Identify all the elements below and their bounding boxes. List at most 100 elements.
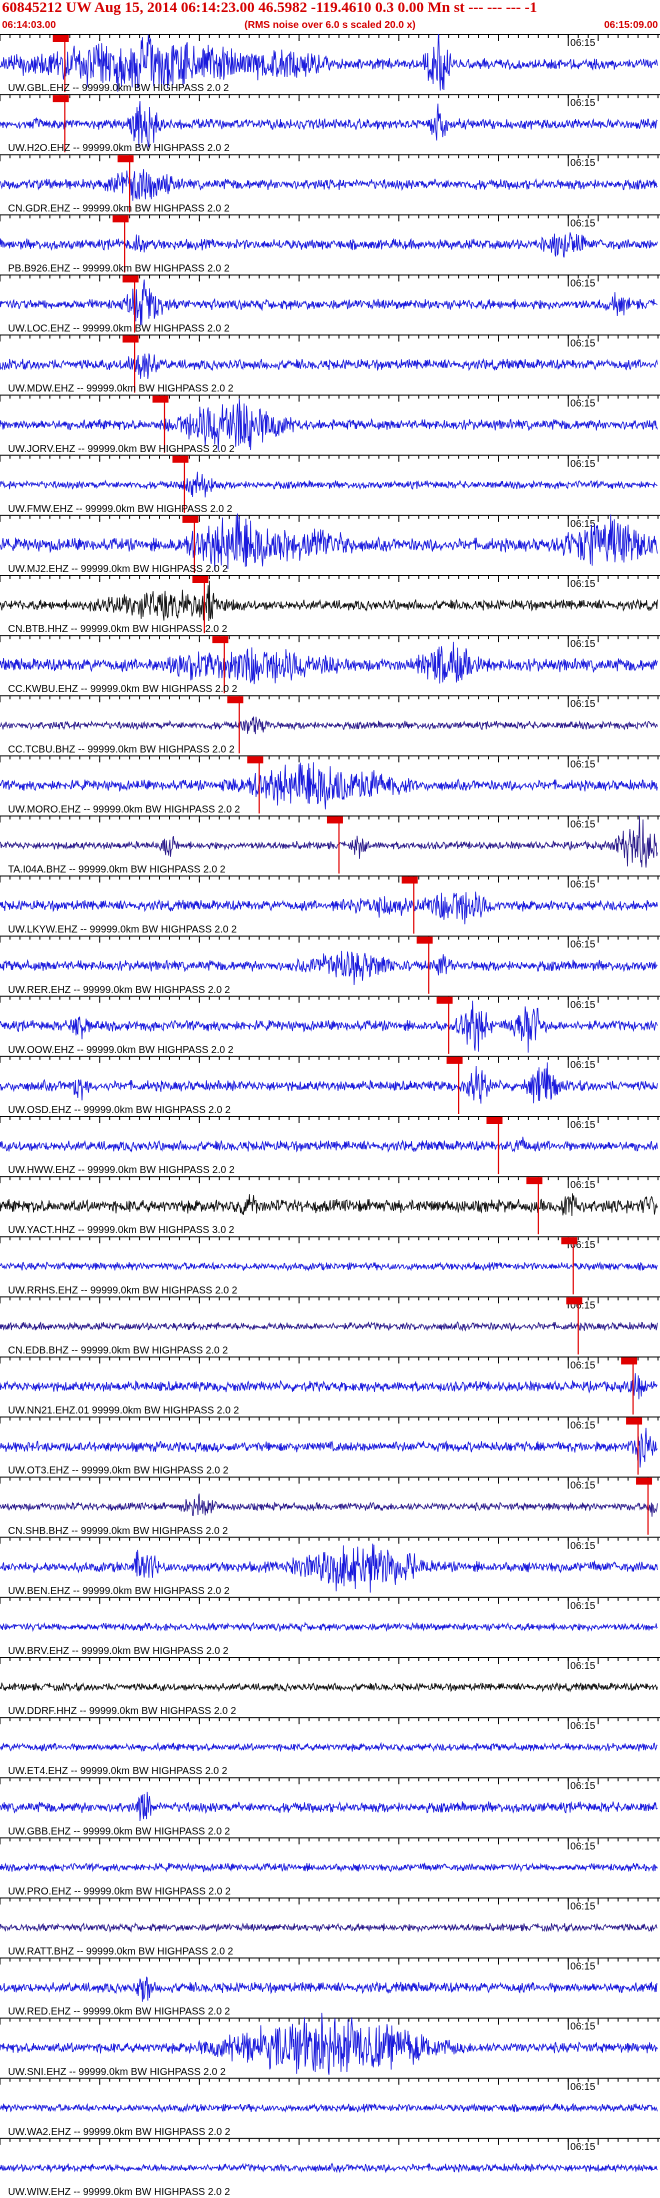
station-label: UW.PRO.EHZ -- 99999.0km BW HIGHPASS 2.0 … — [8, 1886, 231, 1897]
station-label: UW.RATT.BHZ -- 99999.0km BW HIGHPASS 2.0… — [8, 1947, 234, 1958]
minute-mark-label: 06:15 — [570, 1180, 595, 1191]
waveform — [0, 1621, 658, 1633]
waveform — [0, 950, 658, 986]
minute-mark-label: 06:15 — [570, 38, 595, 49]
trace-row: 06:15 CN.SHB.BHZ -- 99999.0km BW HIGHPASS… — [0, 1476, 660, 1537]
minute-mark-label: 06:15 — [570, 759, 595, 770]
waveform — [0, 1062, 658, 1104]
station-label: CN.BTB.HHZ -- 99999.0km BW HIGHPASS 2.0 … — [8, 624, 228, 635]
rms-note: (RMS noise over 6.0 s scaled 20.0 x) — [244, 20, 416, 31]
waveform — [0, 1741, 658, 1753]
minute-mark-label: 06:15 — [570, 1120, 595, 1131]
waveform — [0, 353, 658, 379]
waveform — [0, 1193, 658, 1217]
trace-row: 06:15 UW.GBL.EHZ -- 99999.0km BW HIGHPASS… — [0, 34, 660, 94]
trace-row: 06:15UW.MJ2.EHZ -- 99999.0km BW HIGHPASS… — [0, 513, 660, 575]
minute-mark-label: 06:15 — [570, 1060, 595, 1071]
station-label: UW.LOC.EHZ -- 99999.0km BW HIGHPASS 2.0 … — [8, 324, 230, 335]
pick-marker — [436, 996, 453, 1004]
station-label: UW.LKYW.EHZ -- 99999.0km BW HIGHPASS 2.0… — [8, 925, 237, 936]
station-label: UW.OOW.EHZ -- 99999.0km BW HIGHPASS 2.0 … — [8, 1045, 234, 1056]
pick-marker — [152, 395, 169, 403]
trace-row: 06:15 UW.RED.EHZ -- 99999.0km BW HIGHPASS… — [0, 1957, 660, 2018]
waveform — [0, 1682, 658, 1693]
minute-mark-label: 06:15 — [570, 339, 595, 350]
trace-row: 06:15 UW.WIW.EHZ -- 99999.0km BW HIGHPASS… — [0, 2137, 660, 2198]
pick-marker — [526, 1177, 543, 1185]
pick-marker — [636, 1477, 653, 1485]
pick-marker — [446, 1056, 463, 1064]
station-label: UW.ET4.EHZ -- 99999.0km BW HIGHPASS 2.0 … — [8, 1766, 228, 1777]
plot-header: 60845212 UW Aug 15, 2014 06:14:23.00 46.… — [0, 0, 660, 34]
trace-row: 06:15 UW.GBB.EHZ -- 99999.0km BW HIGHPASS… — [0, 1777, 660, 1837]
pick-marker — [182, 515, 199, 523]
station-label: UW.OSD.EHZ -- 99999.0km BW HIGHPASS 2.0 … — [8, 1105, 231, 1116]
trace-row: 06:15 UW.BEN.EHZ -- 99999.0km BW HIGHPASS… — [0, 1536, 660, 1597]
station-label: UW.WA2.EHZ -- 99999.0km BW HIGHPASS 2.0 … — [8, 2127, 231, 2138]
pick-marker — [626, 1417, 643, 1425]
trace-row: 06:15 UW.DDRF.HHZ -- 99999.0km BW HIGHPAS… — [0, 1657, 660, 1717]
pick-marker — [122, 275, 139, 283]
trace-row: 06:15 UW.JORV.EHZ -- 99999.0km BW HIGHPAS… — [0, 394, 660, 455]
station-label: UW.NN21.EHZ.01 99999.0km BW HIGHPASS 2.0… — [8, 1406, 239, 1417]
waveform — [0, 279, 658, 326]
trace-row: 06:15 UW.SNI.EHZ -- 99999.0km BW HIGHPASS… — [0, 2012, 660, 2078]
trace-row: 06:15 UW.FMW.EHZ -- 99999.0km BW HIGHPASS… — [0, 454, 660, 515]
waveform — [0, 2162, 658, 2174]
minute-mark-label: 06:15 — [570, 98, 595, 109]
minute-mark-label: 06:15 — [570, 1481, 595, 1492]
minute-mark-label: 06:15 — [570, 1421, 595, 1432]
waveform — [0, 1261, 658, 1272]
pick-marker — [122, 335, 139, 343]
station-label: CC.TCBU.BHZ -- 99999.0km BW HIGHPASS 2.0… — [8, 744, 235, 755]
trace-row: 06:15 UW.MDW.EHZ -- 99999.0km BW HIGHPASS… — [0, 334, 660, 395]
pick-marker — [416, 936, 433, 944]
station-label: UW.GBL.EHZ -- 99999.0km BW HIGHPASS 2.0 … — [8, 83, 229, 94]
pick-marker — [401, 876, 418, 884]
waveform — [0, 762, 658, 810]
station-label: UW.MJ2.EHZ -- 99999.0km BW HIGHPASS 2.0 … — [8, 564, 228, 575]
waveform — [0, 101, 658, 148]
end-time-label: 06:15:09.00 — [604, 20, 658, 31]
pick-marker — [117, 155, 134, 163]
minute-mark-label: 06:15 — [570, 218, 595, 229]
station-label: UW.JORV.EHZ -- 99999.0km BW HIGHPASS 2.0… — [8, 444, 235, 455]
minute-mark-label: 06:15 — [570, 1781, 595, 1792]
station-label: UW.H2O.EHZ -- 99999.0km BW HIGHPASS 2.0 … — [8, 143, 230, 154]
pick-marker — [212, 636, 229, 644]
station-label: UW.BRV.EHZ -- 99999.0km BW HIGHPASS 2.0 … — [8, 1646, 229, 1657]
minute-mark-label: 06:15 — [570, 1541, 595, 1552]
waveform — [0, 716, 658, 735]
minute-mark-label: 06:15 — [570, 1360, 595, 1371]
trace-row: 06:15 UW.HWW.EHZ -- 99999.0km BW HIGHPASS… — [0, 1116, 660, 1176]
station-label: UW.BEN.EHZ -- 99999.0km BW HIGHPASS 2.0 … — [8, 1586, 230, 1597]
trace-row: 06:15 UW.LKYW.EHZ -- 99999.0km BW HIGHPAS… — [0, 875, 660, 936]
minute-mark-label: 06:15 — [570, 819, 595, 830]
trace-row: 06:15UW.RRHS.EHZ -- 99999.0km BW HIGHPAS… — [0, 1236, 660, 1296]
waveform — [0, 891, 658, 925]
station-label: CN.SHB.BHZ -- 99999.0km BW HIGHPASS 2.0 … — [8, 1526, 228, 1537]
pick-marker — [227, 696, 244, 704]
waveform — [0, 2012, 658, 2075]
waveform — [0, 641, 658, 685]
pick-marker — [52, 95, 69, 103]
pick-marker — [247, 756, 264, 764]
waveform — [0, 169, 658, 201]
station-label: UW.RRHS.EHZ -- 99999.0km BW HIGHPASS 2.0… — [8, 1285, 238, 1296]
event-title: 60845212 UW Aug 15, 2014 06:14:23.00 46.… — [2, 0, 538, 16]
pick-marker — [566, 1297, 583, 1305]
minute-mark-label: 06:15 — [570, 579, 595, 590]
pick-marker — [561, 1237, 578, 1245]
seismogram-plot: 06:15 UW.GBL.EHZ -- 99999.0km BW HIGHPASS… — [0, 34, 660, 2198]
station-label: UW.RER.EHZ -- 99999.0km BW HIGHPASS 2.0 … — [8, 985, 231, 996]
minute-mark-label: 06:15 — [570, 158, 595, 169]
station-label: PB.B926.EHZ -- 99999.0km BW HIGHPASS 2.0… — [8, 263, 230, 274]
waveform — [0, 471, 658, 498]
minute-mark-label: 06:15 — [570, 459, 595, 470]
trace-row: 06:15 CN.BTB.HHZ -- 99999.0km BW HIGHPASS… — [0, 575, 660, 635]
station-label: TA.I04A.BHZ -- 99999.0km BW HIGHPASS 2.0… — [8, 865, 226, 876]
trace-row: 06:15 UW.OOW.EHZ -- 99999.0km BW HIGHPASS… — [0, 995, 660, 1056]
trace-row: 06:15 UW.OSD.EHZ -- 99999.0km BW HIGHPASS… — [0, 1055, 660, 1116]
waveform — [0, 1321, 658, 1332]
waveform — [0, 1922, 658, 1933]
